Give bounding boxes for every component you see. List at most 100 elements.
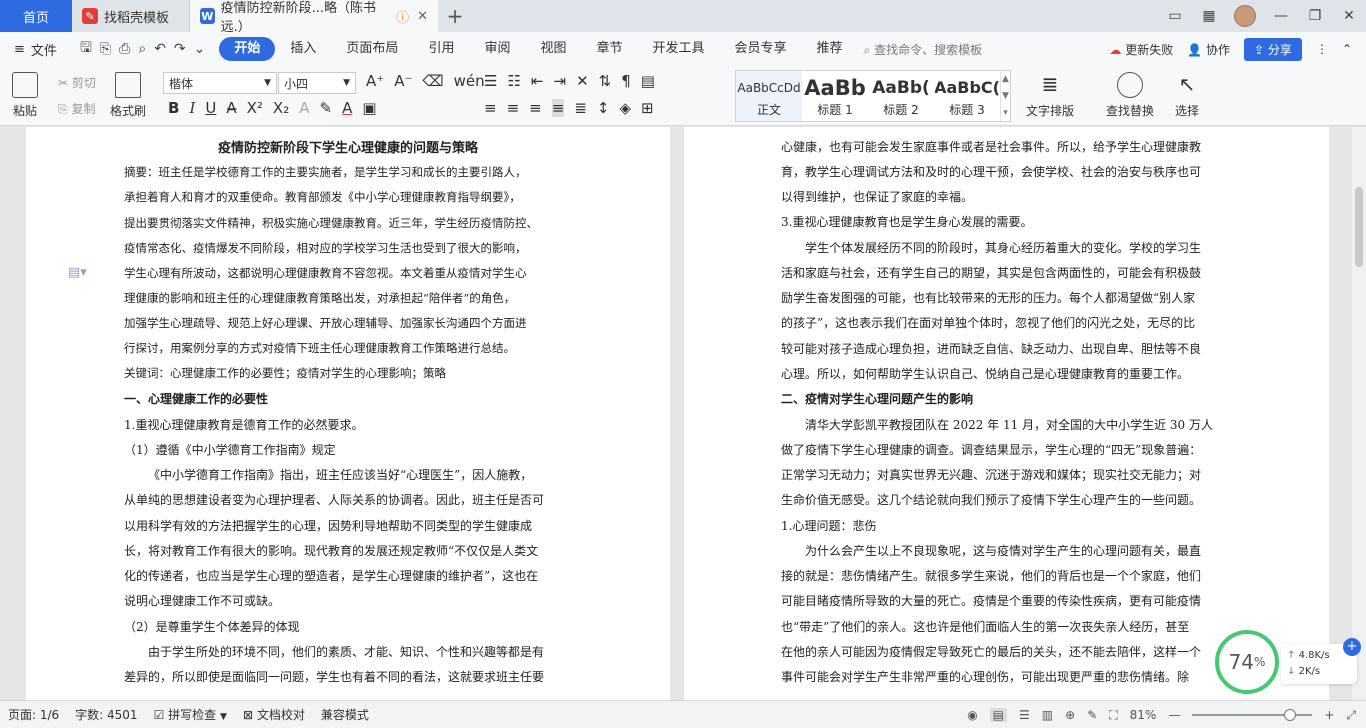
zoom-out-icon[interactable]: — [1168, 708, 1180, 722]
style-heading-3[interactable]: AaBbC( 标题 3 [934, 71, 1000, 121]
proofread-button[interactable]: ⊠ 文档校对 [235, 706, 313, 723]
share-button[interactable]: ⇪ 分享 [1244, 37, 1302, 61]
file-menu[interactable]: ≡ 文件 [0, 40, 72, 59]
justify-icon[interactable]: ≡ [551, 99, 565, 117]
tab-insert[interactable]: 插入 [275, 37, 331, 61]
undo-icon[interactable]: ↶ [154, 41, 166, 57]
page-right[interactable]: 心健康，也有可能会发生家庭事件或者是社会事件。所以，给予学生心理健康教 育，教学… [684, 127, 1329, 700]
shading-icon[interactable]: ◈ [619, 99, 631, 117]
grow-font-icon[interactable]: A⁺ [366, 72, 384, 90]
minimize-icon[interactable]: — [1264, 8, 1298, 24]
network-speed-widget[interactable]: 74% ↑ 4.8K/s ↓ 2K/s + [1215, 630, 1365, 696]
close-tab-icon[interactable]: ✕ [417, 9, 428, 24]
bold-icon[interactable]: B [168, 99, 179, 117]
outline-view-icon[interactable]: ☰ [1019, 708, 1030, 722]
tab-developer[interactable]: 开发工具 [638, 37, 720, 61]
italic-icon[interactable]: I [189, 99, 195, 117]
show-marks-icon[interactable]: ¶ [621, 72, 631, 90]
font-name-select[interactable]: 楷体 ▼ [163, 72, 277, 94]
tab-references[interactable]: 引用 [413, 37, 469, 61]
export-icon[interactable]: ⎘ [100, 41, 111, 57]
border-icon[interactable]: ⊞ [641, 99, 654, 117]
pen-icon[interactable]: ✎ [1087, 708, 1097, 722]
align-center-icon[interactable]: ≡ [507, 99, 520, 117]
plus-icon[interactable]: + [1343, 638, 1361, 656]
command-search[interactable]: ⌕ 查找命令、搜索模板 [864, 41, 983, 58]
vertical-scrollbar[interactable] [1352, 127, 1366, 700]
tab-start[interactable]: 开始 [219, 37, 276, 61]
shrink-font-icon[interactable]: A⁻ [394, 72, 412, 90]
preview-icon[interactable]: ⌕ [138, 41, 146, 57]
eye-icon[interactable]: ◉ [967, 708, 977, 722]
zoom-in-icon[interactable]: + [1324, 708, 1334, 722]
outdent-icon[interactable]: ⇤ [531, 72, 544, 90]
page-left[interactable]: 疫情防控新阶段下学生心理健康的问题与策略 摘要：班主任是学校德育工作的主要实施者… [26, 127, 670, 700]
align-right-icon[interactable]: ≡ [529, 99, 542, 117]
find-replace-button[interactable]: 查找替换 [1106, 72, 1154, 119]
subscript-icon[interactable]: X₂ [273, 99, 289, 117]
tab-document[interactable]: W 疫情防控新阶段...略（陈书远.） ⓘ ✕ [190, 0, 438, 35]
save-icon[interactable]: 🖫 [80, 37, 92, 61]
phonetic-icon[interactable]: wén [454, 72, 485, 90]
superscript-icon[interactable]: X² [247, 99, 263, 117]
style-normal[interactable]: AaBbCcDd 正文 [736, 71, 802, 121]
redo-icon[interactable]: ↷ [174, 41, 186, 57]
font-color-icon[interactable]: A [342, 99, 352, 117]
paragraph-handle-icon[interactable]: ▤▾ [68, 265, 87, 280]
tab-view[interactable]: 视图 [525, 37, 581, 61]
web-view-icon[interactable]: ⊕ [1065, 708, 1075, 722]
page-view-icon[interactable]: ▤ [989, 708, 1008, 722]
style-heading-2[interactable]: AaBb( 标题 2 [868, 71, 934, 121]
tab-template[interactable]: ✎ 找稻壳模板 [72, 0, 190, 32]
select-button[interactable]: ↖ 选择 [1174, 72, 1200, 119]
format-painter-button[interactable]: 格式刷 [110, 72, 146, 119]
reading-view-icon[interactable]: ▥ [1042, 708, 1053, 722]
more-options-icon[interactable]: ⋮ [1316, 42, 1328, 56]
tab-recommend[interactable]: 推荐 [802, 37, 858, 61]
distributed-icon[interactable]: ≣ [574, 99, 587, 117]
tab-home[interactable]: 首页 [0, 0, 72, 32]
text-effect-icon[interactable]: A [299, 99, 309, 117]
grid-icon[interactable]: ▦ [1192, 8, 1226, 24]
sort-icon[interactable]: ⇅ [599, 72, 612, 90]
strikethrough-icon[interactable]: A̶ [226, 99, 236, 117]
text-layout-button[interactable]: ≣ 文字排版 [1026, 72, 1074, 119]
expand-icon[interactable]: ⤢ [1346, 708, 1356, 723]
restore-icon[interactable]: ❐ [1298, 8, 1332, 24]
avatar[interactable] [1234, 5, 1256, 27]
scroll-thumb[interactable] [1355, 187, 1363, 267]
word-count[interactable]: 字数: 4501 [67, 706, 145, 723]
numbered-list-icon[interactable]: ☷ [507, 72, 520, 90]
layout-icon[interactable]: ▭ [1158, 8, 1192, 24]
zoom-slider[interactable] [1192, 709, 1313, 721]
zoom-slider-knob[interactable] [1284, 709, 1297, 721]
tab-review[interactable]: 审阅 [469, 37, 525, 61]
tab-section[interactable]: 章节 [581, 37, 637, 61]
underline-icon[interactable]: U [205, 99, 216, 117]
print-icon[interactable]: ⎙ [119, 41, 130, 57]
tab-layout[interactable]: 页面布局 [331, 37, 413, 61]
more-icon[interactable]: ⌄ [194, 41, 206, 57]
line-spacing-icon[interactable]: ↕ [597, 99, 610, 117]
sync-status[interactable]: ☁ 更新失败 [1109, 41, 1173, 58]
spell-check-toggle[interactable]: ☑ 拼写检查 ▼ [146, 706, 235, 723]
page-indicator[interactable]: 页面: 1/6 [0, 706, 67, 723]
cut-button[interactable]: ✂ 剪切 [58, 74, 96, 91]
new-tab-button[interactable]: + [438, 0, 472, 32]
align-left-icon[interactable]: ≡ [484, 99, 497, 117]
chinese-layout-icon[interactable]: ✕ [576, 72, 589, 90]
collapse-ribbon-icon[interactable]: ⌃ [1342, 42, 1352, 56]
style-heading-1[interactable]: AaBb 标题 1 [802, 71, 868, 121]
collab-button[interactable]: 👤 协作 [1187, 41, 1230, 58]
zoom-level[interactable]: 81% [1130, 708, 1157, 722]
fit-page-icon[interactable]: ⛶ [1109, 708, 1117, 723]
tab-member[interactable]: 会员专享 [720, 37, 802, 61]
font-size-select[interactable]: 小四 ▼ [278, 72, 356, 94]
table-grid-icon[interactable]: ▤ [641, 72, 655, 90]
highlight-icon[interactable]: ✎ [319, 99, 332, 117]
copy-button[interactable]: ⎘ 复制 [58, 100, 95, 117]
indent-icon[interactable]: ⇥ [553, 72, 566, 90]
close-window-icon[interactable]: ✕ [1332, 8, 1366, 24]
clear-format-icon[interactable]: ⌫ [422, 72, 443, 90]
bullet-list-icon[interactable]: ☰ [484, 72, 497, 90]
